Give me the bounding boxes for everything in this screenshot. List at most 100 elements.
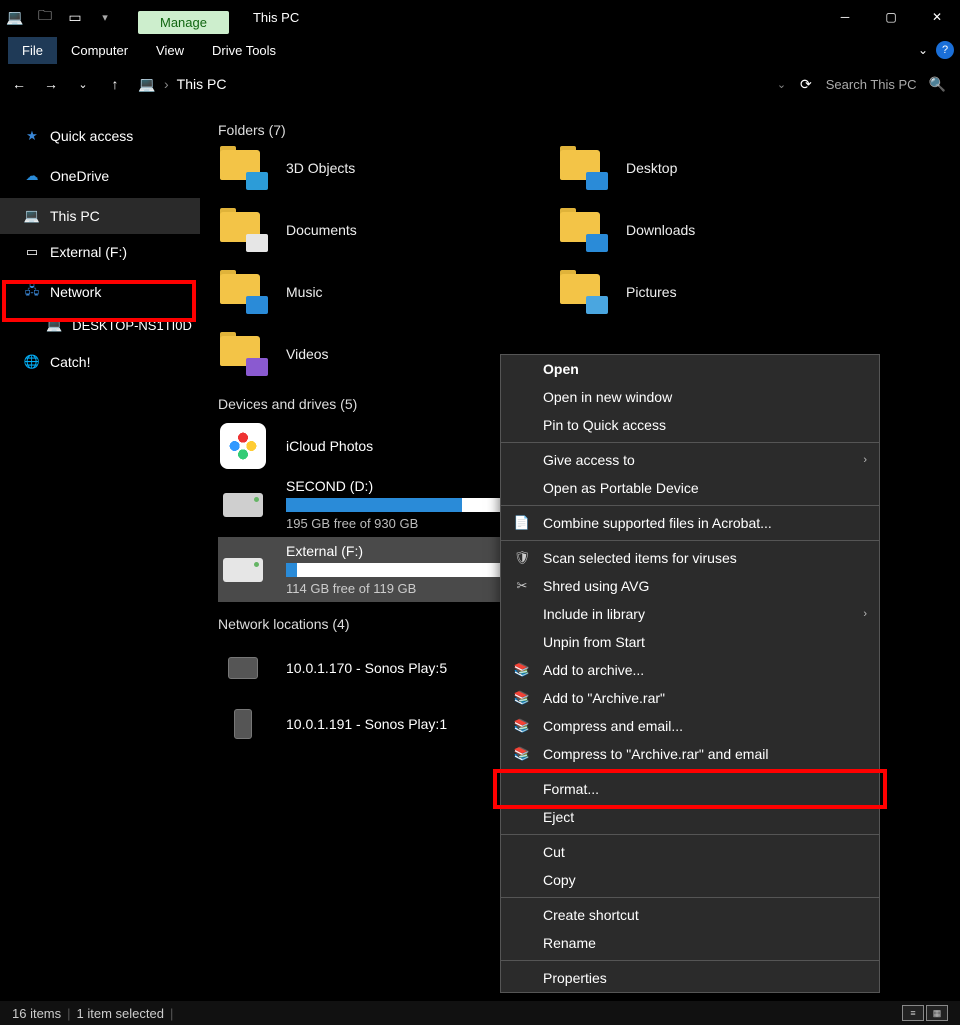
ctx-eject[interactable]: Eject (501, 803, 879, 831)
acrobat-icon: 📄 (513, 515, 531, 531)
folder-music[interactable]: Music (218, 270, 498, 314)
ctx-separator (501, 540, 879, 541)
qat-menu-chevron[interactable]: ▾ (96, 8, 114, 26)
ctx-open[interactable]: Open (501, 355, 879, 383)
refresh-button[interactable]: ⟳ (800, 76, 812, 93)
sidebar-item-quick-access[interactable]: ★ Quick access (0, 118, 200, 154)
sidebar-item-label: DESKTOP-NS1TI0D (72, 318, 192, 333)
ctx-rename[interactable]: Rename (501, 929, 879, 957)
drive-label: SECOND (D:) (286, 478, 506, 494)
drive-icon[interactable]: ▭ (66, 8, 84, 26)
ctx-combine-acrobat[interactable]: 📄Combine supported files in Acrobat... (501, 509, 879, 537)
folder-documents[interactable]: Documents (218, 208, 498, 252)
ctx-cut[interactable]: Cut (501, 838, 879, 866)
folder-icon (218, 208, 268, 252)
sidebar-item-this-pc[interactable]: 💻 This PC (0, 198, 200, 234)
folder-label: Downloads (626, 222, 695, 238)
up-button[interactable]: ↑ (106, 75, 124, 93)
chevron-right-icon: › (863, 454, 867, 466)
sidebar-item-network[interactable]: 🖧 Network (0, 274, 200, 310)
drive-external-f[interactable]: External (F:) 114 GB free of 119 GB (218, 537, 518, 602)
folder-icon (558, 146, 608, 190)
ctx-format[interactable]: Format... (501, 775, 879, 803)
hdd-icon (218, 485, 268, 525)
ctx-scan-viruses[interactable]: 🛡Scan selected items for viruses (501, 544, 879, 572)
tab-drive-tools[interactable]: Drive Tools (198, 37, 290, 64)
ctx-separator (501, 960, 879, 961)
tiles-view-button[interactable]: ▦ (926, 1005, 948, 1021)
ctx-copy[interactable]: Copy (501, 866, 879, 894)
drive-label: iCloud Photos (286, 438, 373, 454)
pc-icon: 💻 (138, 77, 156, 91)
address-dropdown-icon[interactable]: ⌄ (777, 78, 786, 91)
folder-downloads[interactable]: Downloads (558, 208, 838, 252)
recent-locations-button[interactable]: ⌄ (74, 75, 92, 93)
globe-icon: 🌐 (24, 354, 40, 370)
drive-label: External (F:) (286, 543, 506, 559)
breadcrumb-current[interactable]: This PC (177, 76, 227, 92)
folder-icon (218, 146, 268, 190)
ctx-open-new-window[interactable]: Open in new window (501, 383, 879, 411)
ctx-shred-avg[interactable]: ✂Shred using AVG (501, 572, 879, 600)
forward-button[interactable]: → (42, 75, 60, 93)
sidebar-item-label: OneDrive (50, 168, 109, 184)
sidebar-item-label: Quick access (50, 128, 133, 144)
folder-3d-objects[interactable]: 3D Objects (218, 146, 498, 190)
ctx-pin-quick-access[interactable]: Pin to Quick access (501, 411, 879, 439)
archive-icon: 📚 (513, 662, 531, 678)
tab-computer[interactable]: Computer (57, 37, 142, 64)
search-icon[interactable]: 🔍 (929, 76, 946, 93)
ctx-unpin-start[interactable]: Unpin from Start (501, 628, 879, 656)
ribbon-collapse-icon[interactable]: ⌄ (918, 43, 928, 57)
folder-icon (218, 332, 268, 376)
sidebar-item-label: Network (50, 284, 101, 300)
folder-pictures[interactable]: Pictures (558, 270, 838, 314)
separator: | (67, 1006, 70, 1021)
details-view-button[interactable]: ≡ (902, 1005, 924, 1021)
breadcrumb-sep: › (164, 76, 169, 92)
breadcrumb[interactable]: 💻 › This PC (138, 76, 763, 92)
navigation-pane: ★ Quick access ☁ OneDrive 💻 This PC ▭ Ex… (0, 102, 200, 1001)
ctx-compress-email[interactable]: 📚Compress and email... (501, 712, 879, 740)
folder-desktop[interactable]: Desktop (558, 146, 838, 190)
ctx-properties[interactable]: Properties (501, 964, 879, 992)
tab-file[interactable]: File (8, 37, 57, 64)
minimize-button[interactable]: ─ (822, 2, 868, 32)
sidebar-item-onedrive[interactable]: ☁ OneDrive (0, 158, 200, 194)
pc-icon[interactable]: 💻 (6, 8, 24, 26)
sidebar-item-catch[interactable]: 🌐 Catch! (0, 344, 200, 380)
network-icon: 🖧 (24, 284, 40, 300)
drive-free-text: 114 GB free of 119 GB (286, 581, 506, 596)
help-icon[interactable]: ? (936, 41, 954, 59)
ctx-give-access-to[interactable]: Give access to› (501, 446, 879, 474)
shield-icon: 🛡 (513, 550, 531, 566)
content-area: ★ Quick access ☁ OneDrive 💻 This PC ▭ Ex… (0, 102, 960, 1001)
ctx-add-archive[interactable]: 📚Add to archive... (501, 656, 879, 684)
device-icon (218, 648, 268, 688)
sidebar-item-network-computer[interactable]: 💻 DESKTOP-NS1TI0D (0, 310, 200, 340)
main-pane: Folders (7) 3D Objects Desktop Documents… (200, 102, 960, 1001)
ctx-create-shortcut[interactable]: Create shortcut (501, 901, 879, 929)
ribbon: File Computer View Drive Tools ⌄ ? (0, 34, 960, 66)
search-placeholder[interactable]: Search This PC (826, 77, 917, 92)
context-menu: Open Open in new window Pin to Quick acc… (500, 354, 880, 993)
tab-view[interactable]: View (142, 37, 198, 64)
ctx-add-archive-rar[interactable]: 📚Add to "Archive.rar" (501, 684, 879, 712)
back-button[interactable]: ← (10, 75, 28, 93)
sidebar-item-external-drive[interactable]: ▭ External (F:) (0, 234, 200, 270)
archive-icon: 📚 (513, 718, 531, 734)
folder-icon[interactable]: 🗀 (36, 8, 54, 26)
ctx-compress-rar-email[interactable]: 📚Compress to "Archive.rar" and email (501, 740, 879, 768)
folder-videos[interactable]: Videos (218, 332, 498, 376)
maximize-button[interactable]: ▢ (868, 2, 914, 32)
section-header-folders[interactable]: Folders (7) (218, 122, 960, 138)
folder-icon (218, 270, 268, 314)
icloud-icon (218, 426, 268, 466)
close-button[interactable]: ✕ (914, 2, 960, 32)
folder-label: Desktop (626, 160, 677, 176)
ctx-open-portable-device[interactable]: Open as Portable Device (501, 474, 879, 502)
ctx-include-library[interactable]: Include in library› (501, 600, 879, 628)
status-bar: 16 items | 1 item selected | ≡ ▦ (0, 1001, 960, 1025)
drive-usage-bar (286, 563, 506, 577)
manage-tab-label[interactable]: Manage (138, 11, 229, 34)
